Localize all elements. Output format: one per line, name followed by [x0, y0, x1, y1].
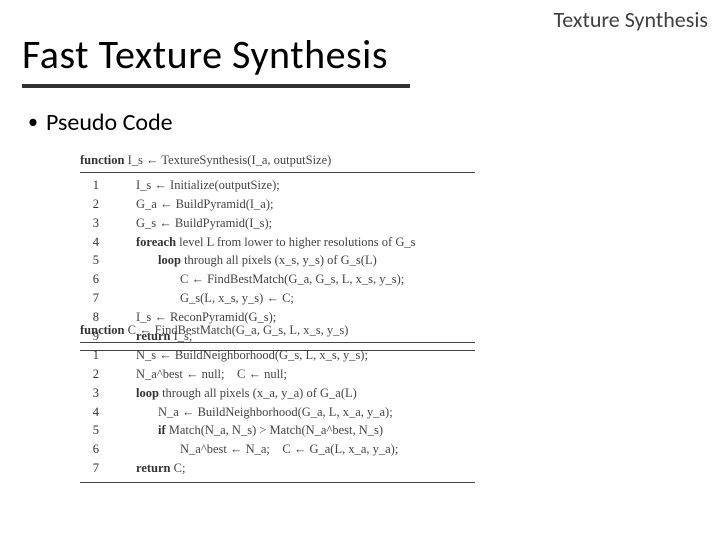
algo1-line-number: 6 — [80, 270, 113, 289]
algo2-row: 1N_s ← BuildNeighborhood(G_s, L, x_s, y_… — [80, 346, 475, 365]
algo2-line-content: N_s ← BuildNeighborhood(G_s, L, x_s, y_s… — [113, 346, 475, 365]
algo2-line-number: 5 — [80, 421, 113, 440]
algo1-line-number: 5 — [80, 251, 113, 270]
algo2-line-content: if Match(N_a, N_s) > Match(N_a^best, N_s… — [113, 421, 475, 440]
algo1-row: 5loop through all pixels (x_s, y_s) of G… — [80, 251, 475, 270]
algo2-row: 5if Match(N_a, N_s) > Match(N_a^best, N_… — [80, 421, 475, 440]
algo1-line-number: 3 — [80, 214, 113, 233]
algo2-line-content: N_a^best ← N_a; C ← G_a(L, x_a, y_a); — [113, 440, 475, 459]
slide: Texture Synthesis Fast Texture Synthesis… — [0, 0, 720, 540]
algo2-line-content: N_a^best ← null; C ← null; — [113, 365, 475, 384]
algo1-line-content: foreach level L from lower to higher res… — [113, 233, 475, 252]
algo1-signature: function I_s ← TextureSynthesis(I_a, out… — [80, 150, 475, 173]
algo2-line-number: 7 — [80, 459, 113, 478]
algo1-line-number: 2 — [80, 195, 113, 214]
algo1-line-content: G_s(L, x_s, y_s) ← C; — [113, 289, 475, 308]
algo1-row: 3G_s ← BuildPyramid(I_s); — [80, 214, 475, 233]
algo2-line-content: loop through all pixels (x_a, y_a) of G_… — [113, 384, 475, 403]
algo1-line-content: C ← FindBestMatch(G_a, G_s, L, x_s, y_s)… — [113, 270, 475, 289]
algo2-line-content: N_a ← BuildNeighborhood(G_a, L, x_a, y_a… — [113, 403, 475, 422]
algo2-row: 6N_a^best ← N_a; C ← G_a(L, x_a, y_a); — [80, 440, 475, 459]
algo1-line-content: G_s ← BuildPyramid(I_s); — [113, 214, 475, 233]
algo1-line-number: 1 — [80, 176, 113, 195]
algo2-line-number: 1 — [80, 346, 113, 365]
algo1-line-content: I_s ← Initialize(outputSize); — [113, 176, 475, 195]
algo1-line-content: loop through all pixels (x_s, y_s) of G_… — [113, 251, 475, 270]
algo1-line-number: 7 — [80, 289, 113, 308]
bullet-text: Pseudo Code — [46, 108, 173, 137]
header-topright: Texture Synthesis — [554, 6, 708, 33]
algo2-bottom-rule — [80, 482, 475, 483]
algo1-line-number: 4 — [80, 233, 113, 252]
slide-title: Fast Texture Synthesis — [22, 30, 388, 79]
algo2-kw: function — [80, 323, 124, 337]
algo2-row: 3loop through all pixels (x_a, y_a) of G… — [80, 384, 475, 403]
algo2-line-content: return C; — [113, 459, 475, 478]
algo1-row: 1I_s ← Initialize(outputSize); — [80, 176, 475, 195]
algo1-row: 6C ← FindBestMatch(G_a, G_s, L, x_s, y_s… — [80, 270, 475, 289]
algo2-line-number: 3 — [80, 384, 113, 403]
bullet-dot-icon: • — [28, 112, 38, 132]
algo2-code-table: 1N_s ← BuildNeighborhood(G_s, L, x_s, y_… — [80, 346, 475, 478]
algo2-line-number: 4 — [80, 403, 113, 422]
bullet-pseudo-code: • Pseudo Code — [28, 108, 173, 137]
algo2-row: 4N_a ← BuildNeighborhood(G_a, L, x_a, y_… — [80, 403, 475, 422]
algo1-row: 4foreach level L from lower to higher re… — [80, 233, 475, 252]
algo2-line-number: 6 — [80, 440, 113, 459]
algorithm-block-2: function C ← FindBestMatch(G_a, G_s, L, … — [80, 320, 475, 483]
algo1-row: 7G_s(L, x_s, y_s) ← C; — [80, 289, 475, 308]
algo1-line-content: G_a ← BuildPyramid(I_a); — [113, 195, 475, 214]
algo2-signature: function C ← FindBestMatch(G_a, G_s, L, … — [80, 320, 475, 343]
algo1-sig-rest: I_s ← TextureSynthesis(I_a, outputSize) — [124, 153, 331, 167]
algo2-row: 7return C; — [80, 459, 475, 478]
algo2-sig-rest: C ← FindBestMatch(G_a, G_s, L, x_s, y_s) — [124, 323, 348, 337]
algo2-line-number: 2 — [80, 365, 113, 384]
algo1-row: 2G_a ← BuildPyramid(I_a); — [80, 195, 475, 214]
algo1-kw: function — [80, 153, 124, 167]
algo2-row: 2N_a^best ← null; C ← null; — [80, 365, 475, 384]
title-underline — [22, 84, 410, 88]
